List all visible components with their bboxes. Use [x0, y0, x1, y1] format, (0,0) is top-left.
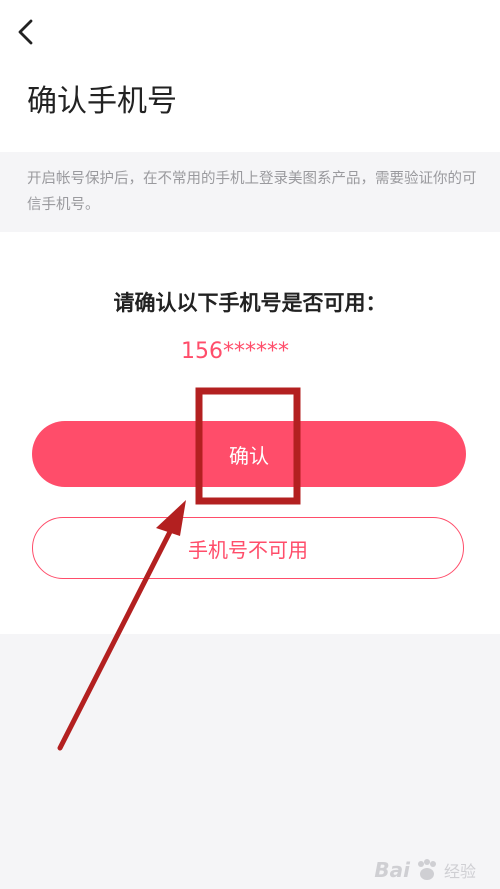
header: 确认手机号: [0, 0, 500, 152]
chevron-left-icon[interactable]: [14, 18, 38, 46]
paw-icon: [417, 859, 436, 880]
notice-text: 开启帐号保护后，在不常用的手机上登录美图系产品，需要验证你的可信手机号。: [27, 171, 477, 213]
watermark-brand: Bai: [374, 858, 410, 882]
notice-banner: 开启帐号保护后，在不常用的手机上登录美图系产品，需要验证你的可信手机号。: [0, 152, 500, 232]
watermark: Bai 经验: [374, 857, 476, 883]
confirm-button[interactable]: 确认: [32, 421, 466, 487]
confirm-prompt: 请确认以下手机号是否可用：: [113, 291, 387, 315]
phone-unavailable-button[interactable]: 手机号不可用: [32, 517, 464, 579]
confirm-card: 请确认以下手机号是否可用： 156****** 确认 手机号不可用: [0, 232, 500, 634]
bottom-area: [0, 634, 500, 889]
watermark-suffix: 经验: [443, 862, 476, 881]
masked-phone-number: 156******: [181, 339, 289, 364]
page-title: 确认手机号: [27, 84, 177, 119]
